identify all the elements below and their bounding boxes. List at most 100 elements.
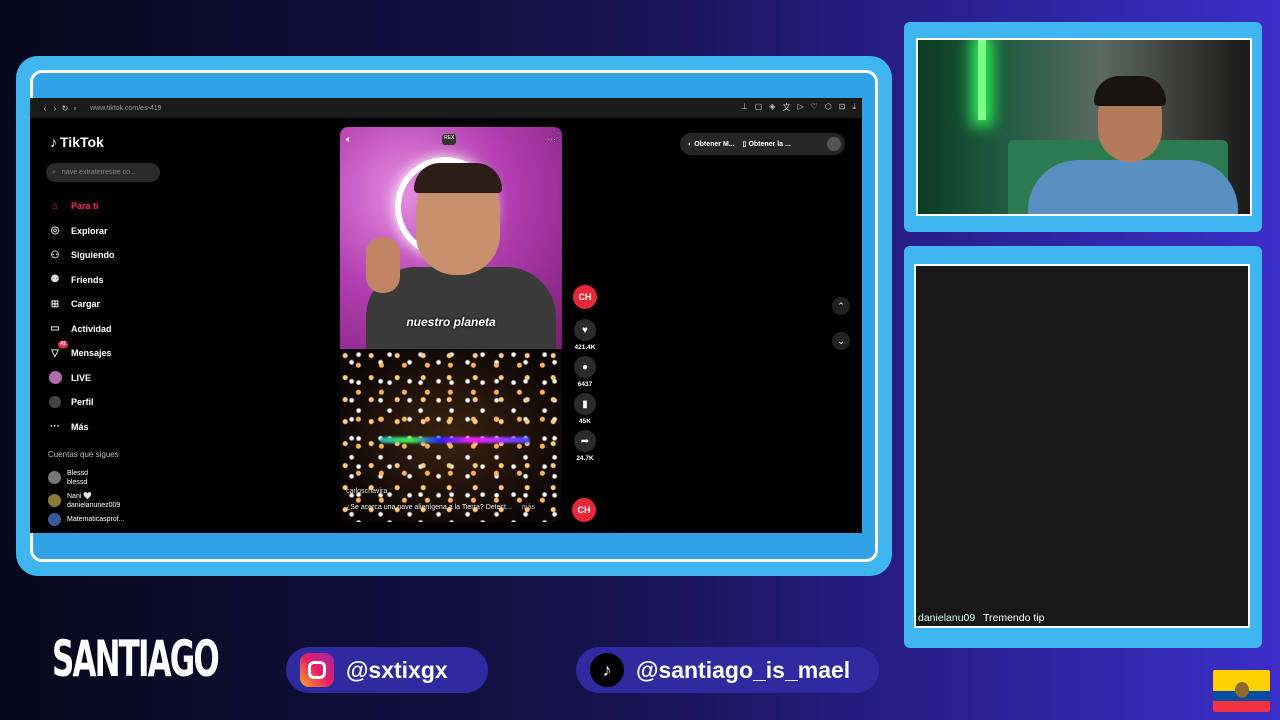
more-options-icon[interactable]: ··· bbox=[547, 134, 556, 145]
music-disc-logo: CH bbox=[572, 498, 596, 522]
share-count: 24.7K bbox=[576, 455, 594, 462]
sidebar-item-label: Cargar bbox=[71, 299, 101, 310]
like-button[interactable]: ♥ 421.4K bbox=[570, 319, 600, 351]
comment-button[interactable]: ● 6437 bbox=[570, 356, 600, 388]
sidebar-item-explorar[interactable]: ◎ Explorar bbox=[48, 219, 115, 244]
cube-icon[interactable]: ⬡ bbox=[825, 102, 832, 113]
profile-icon bbox=[48, 395, 62, 409]
sidebar-item-label: Más bbox=[71, 421, 89, 432]
forward-icon[interactable]: › bbox=[50, 104, 60, 113]
heart-icon[interactable]: ♡ bbox=[811, 102, 818, 113]
instagram-handle: @sxtixgx bbox=[346, 656, 448, 683]
sidebar-item-label: Para ti bbox=[71, 201, 99, 212]
get-desktop-button[interactable]: ◐ Obtener M... bbox=[688, 141, 735, 148]
streamer-name: SANTIAGO bbox=[52, 630, 220, 688]
following-title: Cuentas que sigues bbox=[48, 450, 119, 459]
like-count: 421.4K bbox=[574, 344, 596, 351]
sidebar-item-friends[interactable]: ⚉ Friends bbox=[48, 268, 115, 293]
following-list: Blessd blessd Nani 🤍 danielanunez009 Mat… bbox=[48, 466, 125, 526]
channel-avatar[interactable]: CH bbox=[570, 285, 600, 309]
following-item[interactable]: Matematicasprof... bbox=[48, 512, 125, 526]
video-galaxy-scene bbox=[340, 349, 562, 522]
sidebar-item-mas[interactable]: ··· Más bbox=[48, 415, 115, 440]
sidebar-item-mensajes[interactable]: ▽ 41 Mensajes bbox=[48, 341, 115, 366]
screenshot-icon[interactable]: ⊡ bbox=[839, 102, 846, 113]
presenter-hair bbox=[414, 163, 502, 193]
more-link[interactable]: más bbox=[522, 504, 535, 511]
bookmark-icon: ▮ bbox=[574, 393, 596, 415]
share-button[interactable]: ➦ 24.7K bbox=[570, 430, 600, 462]
translate-icon[interactable]: 文 bbox=[782, 102, 790, 113]
tiktok-logo[interactable]: ♪ TikTok bbox=[50, 134, 104, 150]
following-handle: danielanunez009 bbox=[67, 501, 121, 509]
sidebar-item-para-ti[interactable]: ⌂ Para ti bbox=[48, 194, 115, 219]
sidebar-item-label: Explorar bbox=[71, 225, 108, 236]
shield-icon[interactable]: ◈ bbox=[769, 102, 775, 113]
video-description: ¿Se acerca una nave alienígena a la Tier… bbox=[346, 504, 535, 511]
reload-icon[interactable]: ↻ bbox=[60, 104, 70, 113]
address-bar: ‹ › ↻ ▫ www.tiktok.com/es-419 ⊥ ▢ ◈ 文 ▷ … bbox=[30, 98, 862, 118]
sidebar-item-actividad[interactable]: ▭ Actividad bbox=[48, 317, 115, 342]
save-count: 45K bbox=[579, 418, 591, 425]
webcam-feed bbox=[916, 38, 1252, 216]
channel-logo: CH bbox=[573, 285, 597, 309]
save-button[interactable]: ▮ 45K bbox=[570, 393, 600, 425]
chevron-up-icon[interactable]: ⌃ bbox=[832, 297, 850, 315]
more-icon: ··· bbox=[50, 421, 60, 433]
following-name: Nani 🤍 danielanunez009 bbox=[67, 492, 120, 510]
search-input[interactable]: ⌕ nave extraterrestre co... bbox=[46, 163, 160, 182]
led-strip bbox=[978, 40, 986, 120]
following-item[interactable]: Nani 🤍 danielanunez009 bbox=[48, 489, 125, 512]
live-icon bbox=[48, 371, 62, 385]
following-name: Blessd blessd bbox=[67, 469, 88, 487]
video-player[interactable]: 🔈︎ REX ··· nuestro planeta carloschavira… bbox=[340, 127, 562, 522]
following-display-name: Nani 🤍 bbox=[67, 492, 93, 500]
sidebar-item-cargar[interactable]: ⊞ Cargar bbox=[48, 292, 115, 317]
avatar bbox=[48, 494, 61, 507]
friends-icon: ⚉ bbox=[50, 274, 60, 286]
following-item[interactable]: Blessd blessd bbox=[48, 466, 125, 489]
music-disc[interactable]: CH bbox=[572, 498, 596, 522]
following-name: Matematicasprof... bbox=[67, 515, 125, 524]
url-text[interactable]: www.tiktok.com/es-419 bbox=[90, 105, 162, 112]
chat-username: danielanu09 bbox=[918, 612, 976, 624]
chat-text: Tremendo tip bbox=[982, 612, 1045, 624]
rex-badge: REX bbox=[442, 134, 457, 145]
window-icon[interactable]: ▢ bbox=[755, 102, 763, 113]
back-icon[interactable]: ‹ bbox=[40, 104, 50, 113]
search-placeholder: nave extraterrestre co... bbox=[61, 169, 136, 176]
tiktok-handle: @santiago_is_mael bbox=[636, 656, 851, 683]
video-author[interactable]: carloschavira bbox=[346, 488, 387, 495]
volume-icon[interactable]: 🔈︎ bbox=[346, 134, 351, 145]
sidebar-item-label: Perfil bbox=[71, 397, 94, 408]
browser-window: ‹ › ↻ ▫ www.tiktok.com/es-419 ⊥ ▢ ◈ 文 ▷ … bbox=[30, 98, 862, 533]
video-actions: CH ♥ 421.4K ● 6437 ▮ 45K ➦ 24.7K bbox=[570, 285, 600, 467]
sidebar-item-perfil[interactable]: Perfil bbox=[48, 390, 115, 415]
sidebar-item-label: Mensajes bbox=[71, 348, 112, 359]
avatar[interactable] bbox=[827, 137, 841, 151]
video-caption: nuestro planeta bbox=[406, 315, 496, 329]
get-app-label: Obtener la ... bbox=[748, 141, 791, 148]
sidebar-item-label: LIVE bbox=[71, 372, 92, 383]
tiktok-logo-text: TikTok bbox=[60, 134, 104, 150]
get-app-bar: ◐ Obtener M... ▯ Obtener la ... bbox=[680, 133, 845, 155]
upload-icon: ⊞ bbox=[50, 298, 60, 310]
streamer-body bbox=[1028, 160, 1238, 214]
get-app-button[interactable]: ▯ Obtener la ... bbox=[743, 140, 791, 148]
pin-icon[interactable]: ⊥ bbox=[741, 102, 748, 113]
sidebar-item-label: Actividad bbox=[71, 323, 112, 334]
sidebar-item-siguiendo[interactable]: ⚇ Siguiendo bbox=[48, 243, 115, 268]
sidebar-item-label: Friends bbox=[71, 274, 104, 285]
instagram-handle-pill: @sxtixgx bbox=[286, 647, 488, 693]
following-display-name: Matematicasprof... bbox=[67, 515, 125, 523]
get-desktop-label: Obtener M... bbox=[694, 140, 735, 148]
tiktok-icon: ♪ bbox=[590, 653, 624, 687]
video-top-controls: 🔈︎ REX ··· bbox=[346, 134, 556, 145]
chat-message: danielanu09 Tremendo tip bbox=[918, 612, 1044, 624]
chevron-down-icon[interactable]: ⌄ bbox=[832, 332, 850, 350]
avatar bbox=[48, 471, 61, 484]
download-icon[interactable]: ⤓ bbox=[852, 102, 856, 113]
messages-badge: 41 bbox=[58, 341, 68, 349]
sidebar-item-live[interactable]: LIVE bbox=[48, 366, 115, 391]
play-icon[interactable]: ▷ bbox=[797, 102, 803, 113]
